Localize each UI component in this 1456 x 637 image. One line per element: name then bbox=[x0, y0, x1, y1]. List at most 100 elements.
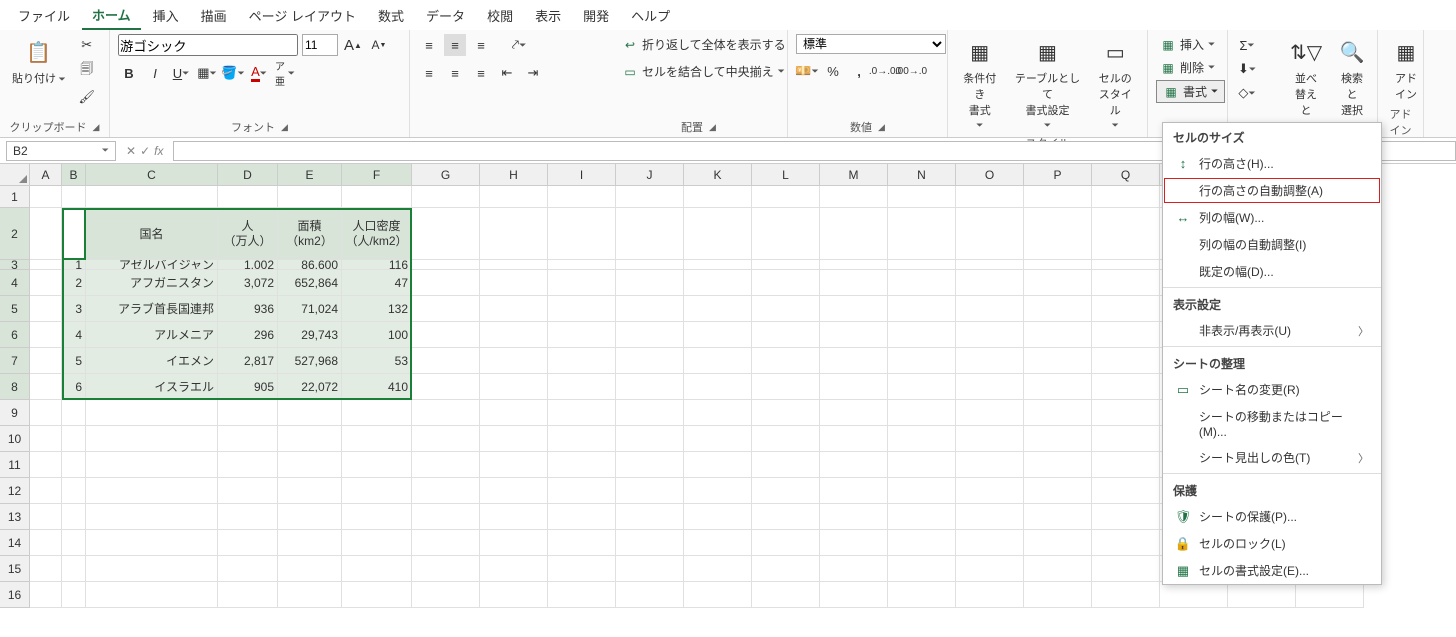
cell-F1[interactable] bbox=[342, 186, 412, 208]
menu-tab-校閲[interactable]: 校閲 bbox=[477, 2, 523, 29]
cell-L9[interactable] bbox=[752, 400, 820, 426]
menu-tab-開発[interactable]: 開発 bbox=[573, 2, 619, 29]
cell-M5[interactable] bbox=[820, 296, 888, 322]
cell-P15[interactable] bbox=[1024, 556, 1092, 582]
cell-N14[interactable] bbox=[888, 530, 956, 556]
cell-C2[interactable]: 国名 bbox=[86, 208, 218, 260]
cell-D14[interactable] bbox=[218, 530, 278, 556]
cell-O15[interactable] bbox=[956, 556, 1024, 582]
menu-tab-データ[interactable]: データ bbox=[416, 2, 475, 29]
cell-C1[interactable] bbox=[86, 186, 218, 208]
cell-G10[interactable] bbox=[412, 426, 480, 452]
row-header-7[interactable]: 7 bbox=[0, 348, 30, 374]
cell-H5[interactable] bbox=[480, 296, 548, 322]
cell-I5[interactable] bbox=[548, 296, 616, 322]
cell-J3[interactable] bbox=[616, 260, 684, 270]
cell-B9[interactable] bbox=[62, 400, 86, 426]
cell-K6[interactable] bbox=[684, 322, 752, 348]
cell-M11[interactable] bbox=[820, 452, 888, 478]
menu-tab-数式[interactable]: 数式 bbox=[368, 2, 414, 29]
cell-P14[interactable] bbox=[1024, 530, 1092, 556]
cell-H1[interactable] bbox=[480, 186, 548, 208]
cell-P4[interactable] bbox=[1024, 270, 1092, 296]
autosum-icon[interactable]: Σ bbox=[1236, 34, 1258, 56]
cell-K3[interactable] bbox=[684, 260, 752, 270]
cell-J1[interactable] bbox=[616, 186, 684, 208]
cell-O14[interactable] bbox=[956, 530, 1024, 556]
cell-Q10[interactable] bbox=[1092, 426, 1160, 452]
cell-M4[interactable] bbox=[820, 270, 888, 296]
cell-B16[interactable] bbox=[62, 582, 86, 608]
cell-F16[interactable] bbox=[342, 582, 412, 608]
cell-C13[interactable] bbox=[86, 504, 218, 530]
cell-B15[interactable] bbox=[62, 556, 86, 582]
cell-L16[interactable] bbox=[752, 582, 820, 608]
cell-E7[interactable]: 527,968 bbox=[278, 348, 342, 374]
cell-M12[interactable] bbox=[820, 478, 888, 504]
cell-E8[interactable]: 22,072 bbox=[278, 374, 342, 400]
cell-E6[interactable]: 29,743 bbox=[278, 322, 342, 348]
cell-E14[interactable] bbox=[278, 530, 342, 556]
cell-L4[interactable] bbox=[752, 270, 820, 296]
cell-H15[interactable] bbox=[480, 556, 548, 582]
cell-H10[interactable] bbox=[480, 426, 548, 452]
row-header-9[interactable]: 9 bbox=[0, 400, 30, 426]
menu-rename-sheet[interactable]: ▭シート名の変更(R) bbox=[1163, 376, 1381, 403]
cell-Q9[interactable] bbox=[1092, 400, 1160, 426]
cell-Q2[interactable] bbox=[1092, 208, 1160, 260]
align-left-icon[interactable]: ≡ bbox=[418, 62, 440, 84]
cell-L8[interactable] bbox=[752, 374, 820, 400]
cell-P10[interactable] bbox=[1024, 426, 1092, 452]
col-header-A[interactable]: A bbox=[30, 164, 62, 186]
border-button[interactable]: ▦ bbox=[196, 62, 218, 84]
cell-A2[interactable] bbox=[30, 208, 62, 260]
cell-A9[interactable] bbox=[30, 400, 62, 426]
delete-cells-button[interactable]: ▦削除 bbox=[1156, 57, 1219, 78]
row-header-4[interactable]: 4 bbox=[0, 270, 30, 296]
cell-K11[interactable] bbox=[684, 452, 752, 478]
cell-J12[interactable] bbox=[616, 478, 684, 504]
cell-N9[interactable] bbox=[888, 400, 956, 426]
cell-F4[interactable]: 47 bbox=[342, 270, 412, 296]
fill-color-button[interactable]: 🪣 bbox=[222, 62, 244, 84]
cell-N16[interactable] bbox=[888, 582, 956, 608]
cell-O13[interactable] bbox=[956, 504, 1024, 530]
cell-L5[interactable] bbox=[752, 296, 820, 322]
cell-C15[interactable] bbox=[86, 556, 218, 582]
cell-E11[interactable] bbox=[278, 452, 342, 478]
cell-B14[interactable] bbox=[62, 530, 86, 556]
cell-P2[interactable] bbox=[1024, 208, 1092, 260]
menu-tab-ホーム[interactable]: ホーム bbox=[82, 1, 141, 30]
cell-L12[interactable] bbox=[752, 478, 820, 504]
cell-I1[interactable] bbox=[548, 186, 616, 208]
cell-P13[interactable] bbox=[1024, 504, 1092, 530]
cell-I14[interactable] bbox=[548, 530, 616, 556]
row-header-12[interactable]: 12 bbox=[0, 478, 30, 504]
cell-M8[interactable] bbox=[820, 374, 888, 400]
cell-D2[interactable]: 人 （万人） bbox=[218, 208, 278, 260]
row-header-3[interactable]: 3 bbox=[0, 260, 30, 270]
cell-B4[interactable]: 2 bbox=[62, 270, 86, 296]
menu-autofit-row-height[interactable]: .行の高さの自動調整(A) bbox=[1163, 177, 1381, 204]
cell-J9[interactable] bbox=[616, 400, 684, 426]
cell-E16[interactable] bbox=[278, 582, 342, 608]
format-as-table-button[interactable]: ▦テーブルとして 書式設定 bbox=[1009, 34, 1085, 133]
cell-J10[interactable] bbox=[616, 426, 684, 452]
cell-G2[interactable] bbox=[412, 208, 480, 260]
font-name-select[interactable] bbox=[118, 34, 298, 56]
decrease-decimal-icon[interactable]: .00→.0 bbox=[900, 60, 922, 82]
dialog-launcher-icon[interactable]: ◢ bbox=[281, 122, 288, 133]
cell-Q14[interactable] bbox=[1092, 530, 1160, 556]
col-header-I[interactable]: I bbox=[548, 164, 616, 186]
conditional-formatting-button[interactable]: ▦条件付き 書式 bbox=[956, 34, 1003, 133]
col-header-M[interactable]: M bbox=[820, 164, 888, 186]
cell-K2[interactable] bbox=[684, 208, 752, 260]
col-header-C[interactable]: C bbox=[86, 164, 218, 186]
cell-H3[interactable] bbox=[480, 260, 548, 270]
col-header-Q[interactable]: Q bbox=[1092, 164, 1160, 186]
cell-I13[interactable] bbox=[548, 504, 616, 530]
align-bottom-icon[interactable]: ≡ bbox=[470, 34, 492, 56]
cell-A1[interactable] bbox=[30, 186, 62, 208]
cell-G3[interactable] bbox=[412, 260, 480, 270]
cell-H6[interactable] bbox=[480, 322, 548, 348]
